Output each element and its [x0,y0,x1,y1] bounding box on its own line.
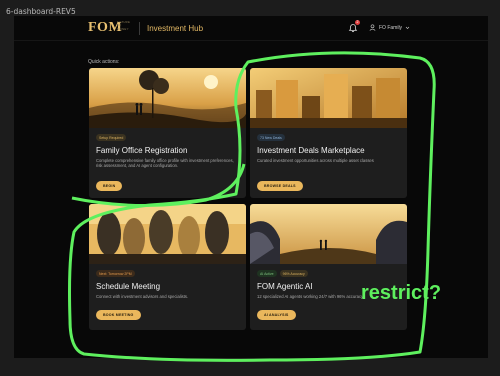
badge-group: Setup Required [96,134,127,141]
deals-count-badge: 73 New Deals [257,134,285,141]
card-description: Connect with investment advisors and spe… [96,294,189,299]
badge-group: Next: Tomorrow 2PM [96,270,135,277]
card-fom-agentic-ai[interactable]: AI Active 96% Accuracy FOM Agentic AI 12… [250,204,407,330]
frame-label: 6-dashboard-REV5 [6,7,76,16]
user-icon [369,24,376,31]
ai-status-badge: AI Active [257,270,277,277]
card-title: Investment Deals Marketplace [257,146,365,155]
card-illustration-landscape [250,204,407,264]
top-nav: FOM FUTURE OF MONEY Investment Hub 2 FO … [14,16,488,41]
status-badge: Setup Required [96,134,127,141]
card-investment-deals-marketplace[interactable]: 73 New Deals Investment Deals Marketplac… [250,68,407,198]
next-meeting-badge: Next: Tomorrow 2PM [96,270,135,277]
card-illustration-sunset-path [89,68,246,128]
chevron-down-icon [405,26,410,29]
user-name: FO Family [379,24,403,31]
nav-divider [139,22,140,35]
dashboard-canvas: FOM FUTURE OF MONEY Investment Hub 2 FO … [14,16,488,358]
brand-logo-subtext: FUTURE OF MONEY [117,20,131,31]
card-description: Curated investment opportunities across … [257,158,374,163]
card-family-office-registration[interactable]: Setup Required Family Office Registratio… [89,68,246,198]
card-title: Family Office Registration [96,146,188,155]
card-illustration-meeting [89,204,246,264]
annotation-text: restrict? [361,282,442,304]
card-illustration-city [250,68,407,128]
notification-badge: 2 [355,20,360,25]
book-meeting-button[interactable]: BOOK MEETING [96,310,141,320]
card-title: Schedule Meeting [96,282,161,291]
app-title: Investment Hub [147,24,204,33]
card-description: Complete comprehensive family office pro… [96,158,234,169]
card-title: FOM Agentic AI [257,282,313,291]
card-schedule-meeting[interactable]: Next: Tomorrow 2PM Schedule Meeting Conn… [89,204,246,330]
user-menu[interactable]: FO Family [369,24,410,31]
badge-group: 73 New Deals [257,134,285,141]
begin-button[interactable]: BEGIN [96,181,123,191]
badge-group: AI Active 96% Accuracy [257,270,308,277]
ai-analysis-button[interactable]: AI ANALYSIS [257,310,296,320]
accuracy-badge: 96% Accuracy [279,270,308,277]
quick-actions-title: Quick actions: [88,59,120,65]
browse-deals-button[interactable]: BROWSE DEALS [257,181,303,191]
